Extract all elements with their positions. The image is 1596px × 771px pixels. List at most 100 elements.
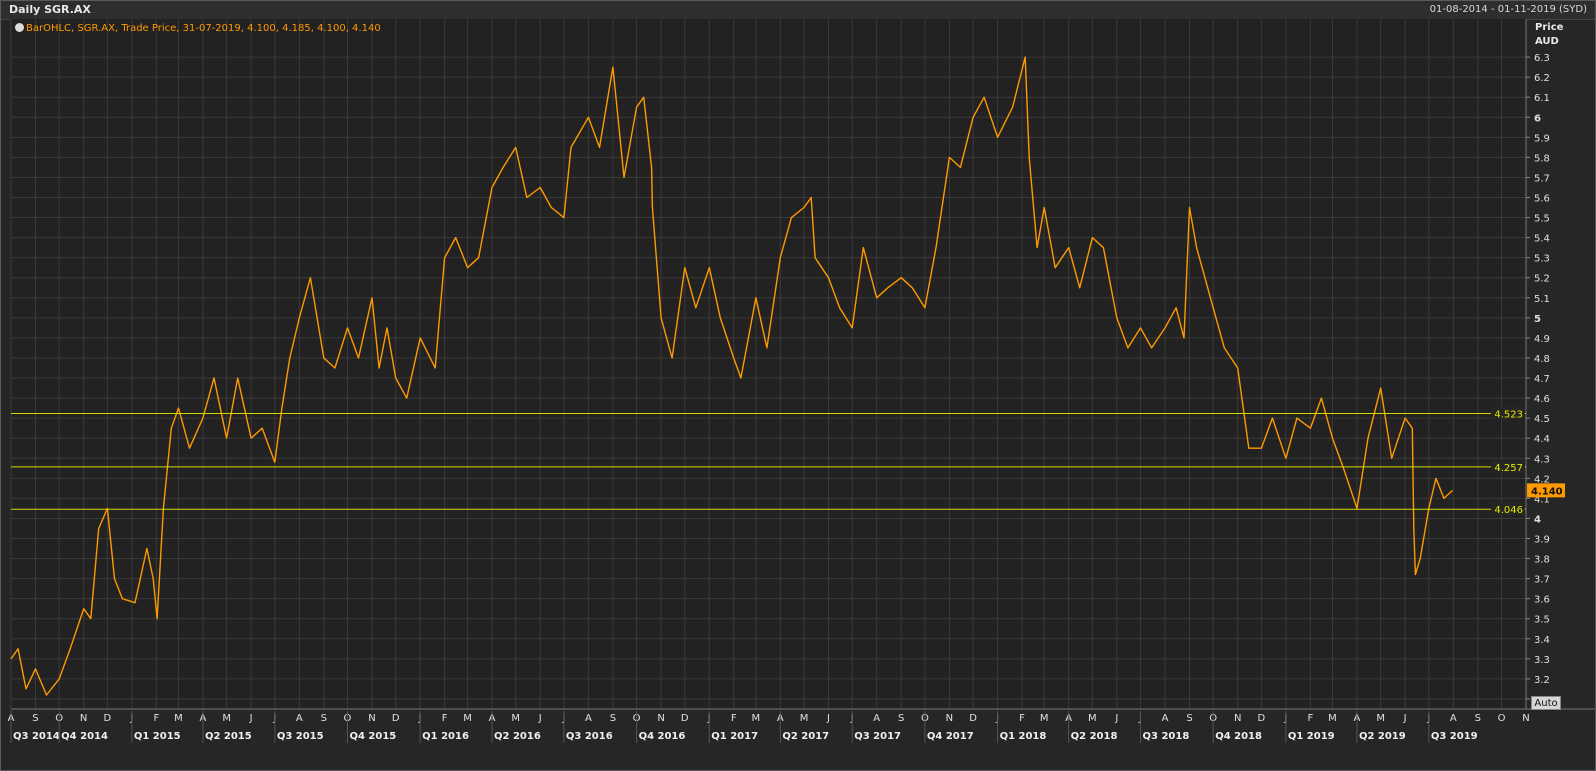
x-tick-label: N (946, 713, 953, 724)
x-tick-label: A (296, 713, 303, 724)
last-price-label: 4.140 (1531, 486, 1563, 497)
quarter-label: Q3 2015 (277, 731, 324, 742)
series-legend[interactable]: BarOHLC, SGR.AX, Trade Price, 31-07-2019… (15, 23, 381, 34)
y-tick-label: 3.5 (1534, 615, 1550, 626)
y-tick-label: 3.6 (1534, 595, 1550, 606)
x-tick-label: A (1450, 713, 1457, 724)
y-tick-label: 6.2 (1534, 73, 1550, 84)
y-tick-label: 5.3 (1534, 254, 1550, 265)
auto-scale-button[interactable]: Auto (1531, 696, 1561, 710)
date-range: 01-08-2014 - 01-11-2019 (SYD) (1429, 4, 1587, 15)
y-tick-label: 3.2 (1534, 675, 1550, 686)
x-tick-label: M (222, 713, 231, 724)
price-axis-header: Price AUD (1535, 21, 1563, 49)
quarter-label: Q4 2015 (349, 731, 396, 742)
y-tick-label: 4.5 (1534, 414, 1550, 425)
level-label: 4.046 (1494, 505, 1523, 516)
legend-text: BarOHLC, SGR.AX, Trade Price, 31-07-2019… (26, 23, 381, 34)
axis-header-currency: AUD (1535, 36, 1559, 47)
chart-window: Daily SGR.AX 01-08-2014 - 01-11-2019 (SY… (0, 0, 1596, 771)
x-tick-label: F (1307, 713, 1313, 724)
x-tick-label: M (800, 713, 809, 724)
x-tick-label: S (898, 713, 904, 724)
x-tick-label: S (32, 713, 38, 724)
y-tick-label: 6.3 (1534, 53, 1550, 64)
y-tick-label: 5.5 (1534, 214, 1550, 225)
x-tick-label: M (1040, 713, 1049, 724)
x-tick-label: A (873, 713, 880, 724)
y-tick-label: 4.7 (1534, 374, 1550, 385)
x-tick-label: M (511, 713, 520, 724)
x-tick-label: J (249, 713, 253, 724)
plot-area (11, 19, 1526, 709)
x-tick-label: D (104, 713, 112, 724)
x-tick-label: N (1234, 713, 1241, 724)
y-tick-label: 3.7 (1534, 575, 1550, 586)
x-tick-label: A (1162, 713, 1169, 724)
quarter-label: Q2 2016 (494, 731, 541, 742)
quarter-label: Q3 2018 (1143, 731, 1190, 742)
x-tick-label: M (752, 713, 761, 724)
x-tick-label: O (1498, 713, 1506, 724)
clock-icon (15, 23, 24, 32)
quarter-label: Q2 2015 (205, 731, 252, 742)
y-tick-label: 5 (1534, 314, 1541, 325)
quarter-label: Q4 2014 (61, 731, 108, 742)
y-tick-label: 5.9 (1534, 133, 1550, 144)
quarter-label: Q2 2018 (1071, 731, 1118, 742)
x-tick-label: J (538, 713, 542, 724)
quarter-label: Q1 2017 (711, 731, 758, 742)
y-tick-label: 4.9 (1534, 334, 1550, 345)
x-tick-label: A (585, 713, 592, 724)
y-tick-label: 3.8 (1534, 555, 1550, 566)
y-tick-label: 4.4 (1534, 434, 1550, 445)
quarter-label: Q3 2016 (566, 731, 613, 742)
chart-title: Daily SGR.AX (9, 3, 91, 16)
x-tick-label: M (1328, 713, 1337, 724)
x-tick-label: S (321, 713, 327, 724)
y-tick-label: 6 (1534, 113, 1541, 124)
y-tick-label: 5.1 (1534, 294, 1550, 305)
y-tick-label: 5.7 (1534, 173, 1550, 184)
quarter-label: Q2 2017 (782, 731, 829, 742)
quarter-label: Q2 2019 (1359, 731, 1406, 742)
x-tick-label: D (1258, 713, 1266, 724)
quarter-label: Q1 2018 (1000, 731, 1047, 742)
x-tick-label: F (731, 713, 737, 724)
x-tick-label: J (1114, 713, 1118, 724)
x-tick-label: M (1376, 713, 1385, 724)
quarter-label: Q3 2019 (1431, 731, 1478, 742)
y-tick-label: 4.8 (1534, 354, 1550, 365)
x-tick-label: S (1475, 713, 1481, 724)
quarter-label: Q3 2017 (854, 731, 901, 742)
x-tick-label: M (1088, 713, 1097, 724)
y-tick-label: 3.9 (1534, 535, 1550, 546)
x-tick-label: M (463, 713, 472, 724)
x-tick-label: F (1019, 713, 1025, 724)
y-tick-label: 4.3 (1534, 454, 1550, 465)
quarter-label: Q1 2019 (1288, 731, 1335, 742)
y-tick-label: 5.6 (1534, 194, 1550, 205)
y-tick-label: 5.4 (1534, 234, 1550, 245)
y-tick-label: 3.3 (1534, 655, 1550, 666)
y-tick-label: 4 (1534, 514, 1541, 525)
y-tick-label: 4.6 (1534, 394, 1550, 405)
x-tick-label: S (1186, 713, 1192, 724)
quarter-label: Q3 2014 (13, 731, 60, 742)
quarter-label: Q4 2018 (1215, 731, 1262, 742)
x-tick-label: N (368, 713, 375, 724)
quarter-label: Q4 2017 (927, 731, 974, 742)
quarter-label: Q1 2015 (134, 731, 181, 742)
level-label: 4.523 (1494, 410, 1523, 421)
x-tick-label: D (392, 713, 400, 724)
level-label: 4.257 (1494, 463, 1523, 474)
x-tick-label: S (610, 713, 616, 724)
y-tick-label: 5.2 (1534, 274, 1550, 285)
x-tick-label: D (969, 713, 977, 724)
y-tick-label: 3.4 (1534, 635, 1550, 646)
price-chart[interactable]: 3.13.23.33.43.53.63.73.83.944.14.24.34.4… (1, 19, 1595, 771)
x-tick-label: F (153, 713, 159, 724)
axis-header-price: Price (1535, 22, 1564, 33)
x-tick-label: D (681, 713, 689, 724)
y-tick-label: 5.8 (1534, 153, 1550, 164)
